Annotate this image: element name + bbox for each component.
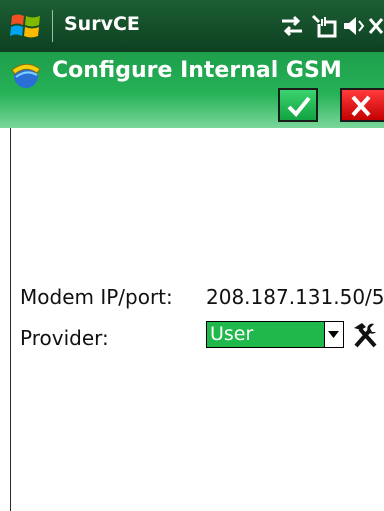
x-icon bbox=[351, 95, 371, 117]
app-name: SurvCE bbox=[64, 13, 140, 35]
header: Configure Internal GSM bbox=[0, 52, 384, 128]
hammer-wrench-icon[interactable] bbox=[350, 320, 380, 350]
close-icon[interactable] bbox=[368, 12, 384, 40]
provider-select[interactable]: User bbox=[206, 321, 344, 348]
helmet-globe-icon bbox=[11, 63, 41, 88]
page-title: Configure Internal GSM bbox=[52, 58, 342, 83]
left-edge-divider bbox=[10, 128, 11, 511]
ok-button[interactable] bbox=[278, 88, 318, 122]
speaker-icon[interactable] bbox=[341, 12, 365, 40]
chevron-down-icon bbox=[328, 331, 339, 338]
status-separator bbox=[52, 10, 53, 42]
sync-arrows-icon bbox=[282, 15, 302, 37]
windows-start-icon[interactable] bbox=[9, 9, 43, 43]
provider-label: Provider: bbox=[20, 326, 109, 350]
modem-ip-label: Modem IP/port: bbox=[20, 285, 173, 309]
modem-ip-value: 208.187.131.50/5000 bbox=[206, 285, 384, 309]
dropdown-arrow[interactable] bbox=[324, 322, 343, 347]
checkmark-icon bbox=[287, 96, 311, 117]
phone-signal-icon bbox=[311, 14, 337, 38]
provider-selected-value: User bbox=[210, 323, 254, 345]
status-bar: SurvCE bbox=[0, 0, 384, 52]
cancel-button[interactable] bbox=[340, 88, 384, 122]
status-icons bbox=[280, 12, 384, 40]
